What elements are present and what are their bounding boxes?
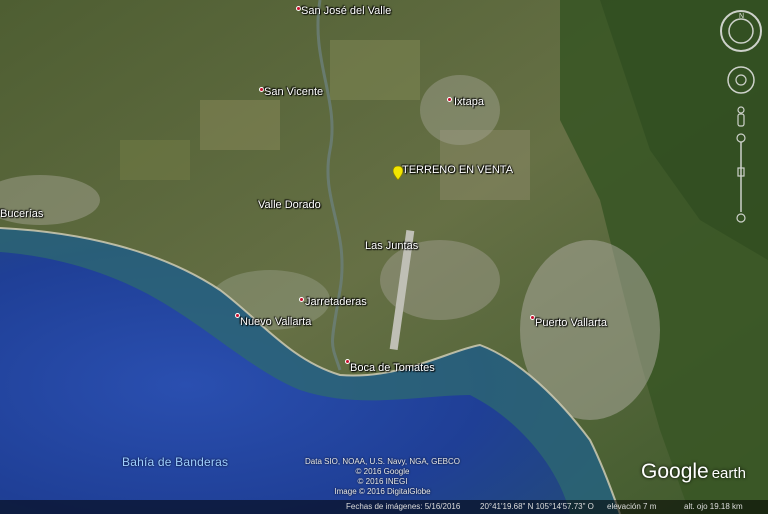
google-earth-logo: Google earth — [641, 460, 746, 484]
map-viewport[interactable]: San José del Valle San Vicente Ixtapa TE… — [0, 0, 768, 514]
credit-data: Data SIO, NOAA, U.S. Navy, NGA, GEBCO — [305, 457, 460, 466]
label-valle-dorado[interactable]: Valle Dorado — [258, 199, 321, 211]
label-bahia-banderas: Bahía de Banderas — [122, 455, 229, 469]
satellite-imagery[interactable] — [0, 0, 768, 514]
compass-ring-icon: N — [720, 10, 762, 52]
label-terreno[interactable]: TERRENO EN VENTA — [402, 164, 513, 176]
label-ixtapa[interactable]: Ixtapa — [454, 96, 484, 108]
label-las-juntas[interactable]: Las Juntas — [365, 240, 418, 252]
elevation: elevación 7 m — [607, 502, 657, 511]
svg-text:N: N — [739, 13, 744, 20]
look-joystick-icon — [727, 66, 755, 94]
person-icon — [737, 106, 745, 127]
imagery-credits: Data SIO, NOAA, U.S. Navy, NGA, GEBCO © … — [305, 457, 460, 497]
label-jarretaderas[interactable]: Jarretaderas — [305, 296, 367, 308]
status-bar: Fechas de imágenes: 5/16/2016 20°41'19.6… — [0, 500, 768, 514]
label-san-vicente[interactable]: San Vicente — [264, 86, 323, 98]
pin-ixtapa[interactable] — [447, 97, 452, 102]
navigation-controls[interactable]: N — [718, 8, 764, 228]
credit-google: © 2016 Google — [355, 467, 410, 476]
label-puerto-vallarta[interactable]: Puerto Vallarta — [535, 317, 607, 329]
credit-digitalglobe: Image © 2016 DigitalGlobe — [334, 487, 431, 496]
pin-jarretaderas[interactable] — [299, 297, 304, 302]
label-nuevo-vallarta[interactable]: Nuevo Vallarta — [240, 316, 311, 328]
label-san-jose[interactable]: San José del Valle — [301, 5, 391, 17]
credit-inegi: © 2016 INEGI — [357, 477, 408, 486]
imagery-date: Fechas de imágenes: 5/16/2016 — [346, 502, 461, 511]
zoom-slider-icon — [736, 133, 746, 223]
coordinates: 20°41'19.68" N 105°14'57.73" O — [480, 502, 594, 511]
label-bucerias[interactable]: Bucerías — [0, 208, 43, 220]
eye-altitude: alt. ojo 19.18 km — [684, 502, 743, 511]
logo-google: Google — [641, 460, 709, 483]
urban-ixtapa — [420, 75, 500, 145]
logo-earth: earth — [711, 465, 746, 482]
label-boca-tomates[interactable]: Boca de Tomates — [350, 362, 435, 374]
